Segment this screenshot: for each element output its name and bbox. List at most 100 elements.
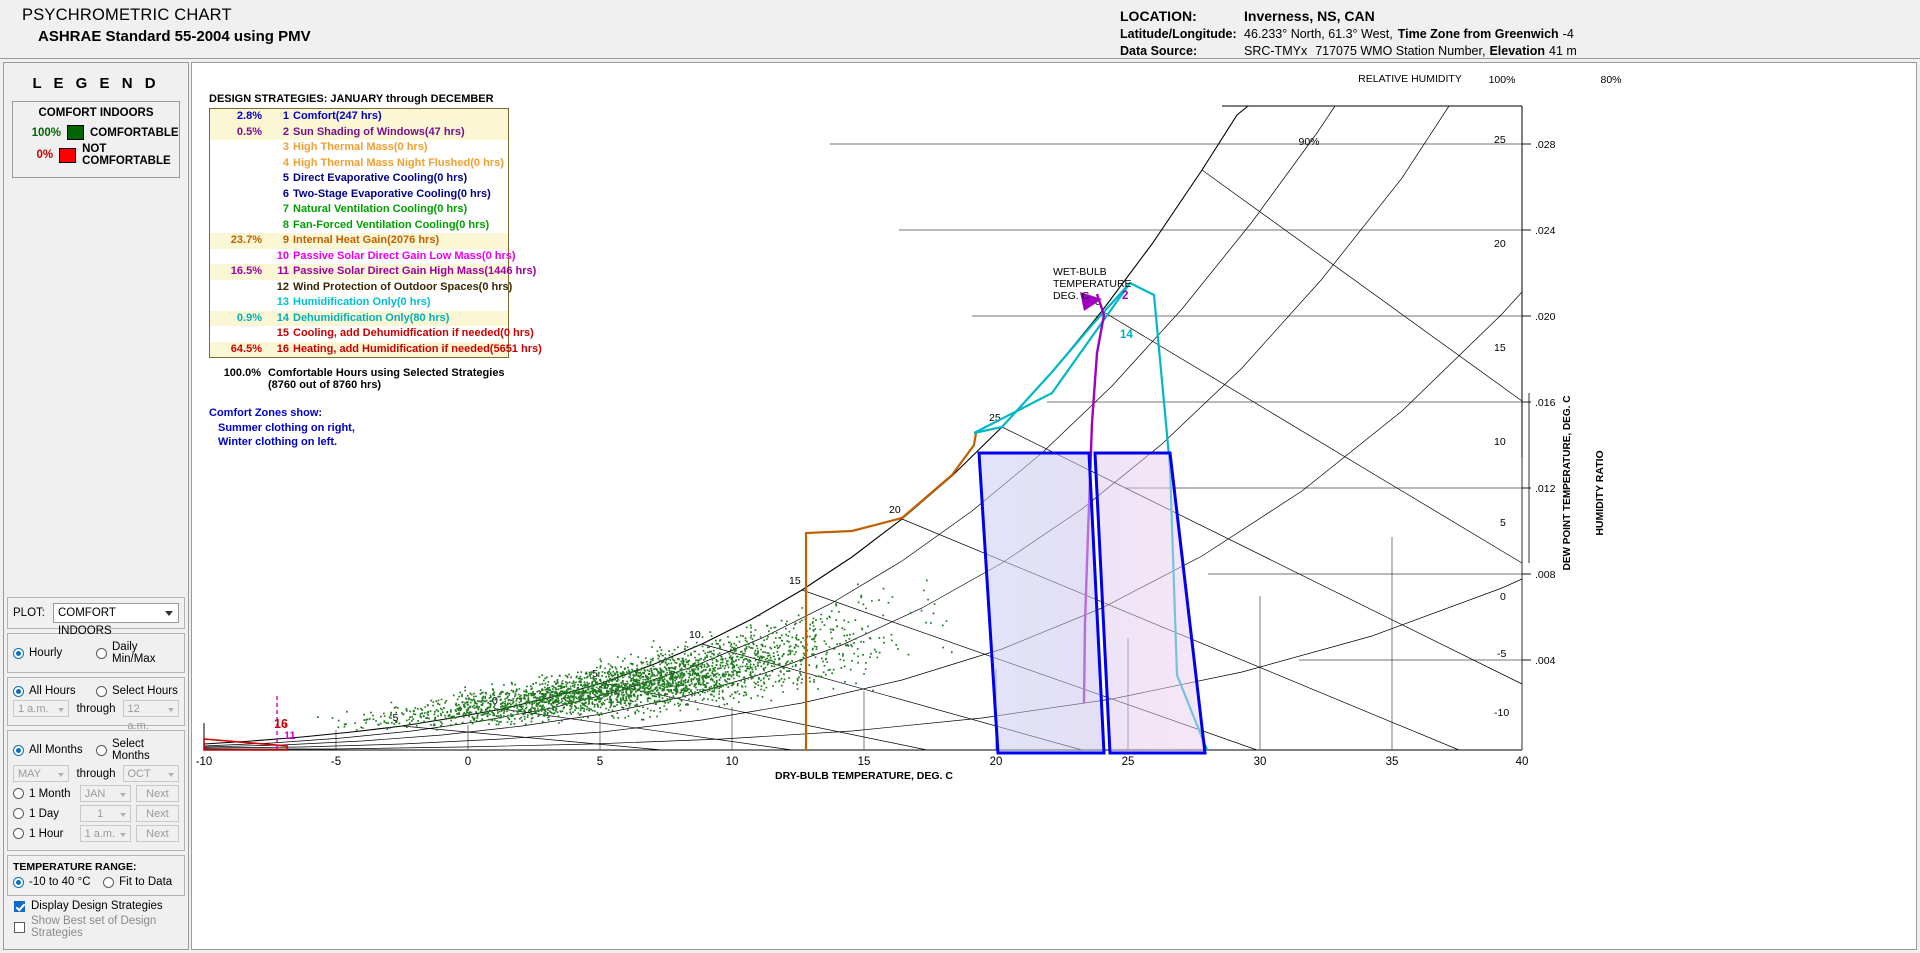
xaxis-tick-labels: -10 -5 0 5 10 15 20 25 30 35 40 <box>196 756 1529 768</box>
design-strategy-number: 12 <box>269 280 293 296</box>
radio-hourly[interactable]: Hourly <box>13 647 96 659</box>
design-strategy-row[interactable]: 6Two-Stage Evaporative Cooling(0 hrs) <box>210 187 508 203</box>
design-strategy-row[interactable]: 13Humidification Only(0 hrs) <box>210 295 508 311</box>
zone-internal-heat-gain[interactable] <box>806 433 976 750</box>
radio-one-hour-icon[interactable] <box>13 828 24 839</box>
one-hour-next-button[interactable]: Next <box>136 825 179 842</box>
radio-one-month[interactable]: 1 Month <box>13 788 80 800</box>
hour-to-select[interactable]: 12 a.m. <box>123 700 179 717</box>
design-strategy-number: 7 <box>269 202 293 218</box>
one-month-next-button[interactable]: Next <box>136 785 179 802</box>
design-strategy-label: Comfort(247 hrs) <box>293 109 382 125</box>
hour-from-select[interactable]: 1 a.m. <box>13 700 69 717</box>
svg-text:.020: .020 <box>1535 311 1556 323</box>
svg-text:.008: .008 <box>1535 569 1556 581</box>
radio-temp-fit-icon[interactable] <box>103 877 114 888</box>
radio-select-months-icon[interactable] <box>96 745 107 756</box>
radio-hourly-icon[interactable] <box>13 648 24 659</box>
svg-text:15: 15 <box>858 756 871 768</box>
radio-all-months[interactable]: All Months <box>13 744 96 756</box>
plot-select[interactable]: COMFORT INDOORS <box>53 603 179 623</box>
one-day-select[interactable]: 1 <box>80 805 131 822</box>
design-strategy-label: Dehumidification Only(80 hrs) <box>293 311 449 327</box>
design-strategy-row[interactable]: 12Wind Protection of Outdoor Spaces(0 hr… <box>210 280 508 296</box>
radio-temp-fixed-icon[interactable] <box>13 877 24 888</box>
svg-text:0: 0 <box>1500 591 1506 603</box>
svg-text:5: 5 <box>597 756 603 768</box>
svg-text:10: 10 <box>689 629 701 641</box>
radio-daily-minmax-icon[interactable] <box>96 648 107 659</box>
design-strategy-row[interactable]: 64.5%16Heating, add Humidification if ne… <box>210 342 508 358</box>
header-location-info: LOCATION: Inverness, NS, CAN Latitude/Lo… <box>1120 8 1577 61</box>
design-strategies-list[interactable]: 2.8%1Comfort(247 hrs)0.5%2Sun Shading of… <box>209 108 509 358</box>
design-strategy-row[interactable]: 2.8%1Comfort(247 hrs) <box>210 109 508 125</box>
checkbox-display-strategies-icon[interactable] <box>14 901 25 912</box>
radio-select-months[interactable]: Select Months <box>96 738 179 762</box>
design-strategy-row[interactable]: 15Cooling, add Dehumidfication if needed… <box>210 326 508 342</box>
design-strategy-label: Humidification Only(0 hrs) <box>293 295 431 311</box>
checkbox-group: Display Design Strategies Show Best set … <box>7 900 185 947</box>
radio-select-hours-icon[interactable] <box>96 686 107 697</box>
design-strategy-label: Direct Evaporative Cooling(0 hrs) <box>293 171 467 187</box>
svg-text:.004: .004 <box>1535 655 1556 667</box>
design-strategy-number: 8 <box>269 218 293 234</box>
checkbox-display-strategies[interactable]: Display Design Strategies <box>14 900 178 912</box>
radio-temp-fit[interactable]: Fit to Data <box>103 876 179 888</box>
checkbox-show-best[interactable]: Show Best set of Design Strategies <box>14 915 178 939</box>
radio-temp-fixed[interactable]: -10 to 40 °C <box>13 876 103 888</box>
design-strategy-row[interactable]: 0.9%14Dehumidification Only(80 hrs) <box>210 311 508 327</box>
comfort-zone-note: Comfort Zones show: Summer clothing on r… <box>209 407 509 448</box>
design-strategy-row[interactable]: 4High Thermal Mass Night Flushed(0 hrs) <box>210 156 508 172</box>
design-strategy-label: High Thermal Mass Night Flushed(0 hrs) <box>293 156 504 172</box>
zone-comfort-summer[interactable] <box>1095 453 1205 753</box>
zone-label-14: 14 <box>1120 329 1133 341</box>
relative-humidity-axis-label: RELATIVE HUMIDITY <box>1358 73 1462 85</box>
radio-one-day[interactable]: 1 Day <box>13 808 80 820</box>
radio-all-months-icon[interactable] <box>13 745 24 756</box>
control-panel: PLOT: COMFORT INDOORS Hourly Daily Min/M… <box>4 597 188 949</box>
radio-select-hours[interactable]: Select Hours <box>96 685 179 697</box>
radio-all-hours[interactable]: All Hours <box>13 685 96 697</box>
radio-one-month-icon[interactable] <box>13 788 24 799</box>
svg-text:15: 15 <box>789 575 801 587</box>
location-value: Inverness, NS, CAN <box>1244 8 1375 24</box>
radio-one-day-icon[interactable] <box>13 808 24 819</box>
design-strategy-row[interactable]: 16.5%11Passive Solar Direct Gain High Ma… <box>210 264 508 280</box>
comfort-note-line3: Winter clothing on left. <box>218 436 509 448</box>
dewpoint-tick-labels: -10 -5 0 5 10 15 20 25 <box>1494 134 1509 719</box>
design-strategy-row[interactable]: 10Passive Solar Direct Gain Low Mass(0 h… <box>210 249 508 265</box>
not-comfortable-swatch-icon <box>59 148 76 163</box>
radio-one-month-label: 1 Month <box>29 788 71 800</box>
one-day-next-button[interactable]: Next <box>136 805 179 822</box>
design-strategy-label: Heating, add Humidification if needed(56… <box>293 342 542 358</box>
zone-label-2: 2 <box>1122 290 1128 302</box>
svg-text:-10: -10 <box>1494 707 1509 719</box>
design-strategy-row[interactable]: 0.5%2Sun Shading of Windows(47 hrs) <box>210 125 508 141</box>
zone-comfort-winter[interactable] <box>979 453 1104 753</box>
radio-all-hours-icon[interactable] <box>13 686 24 697</box>
design-strategy-row[interactable]: 8Fan-Forced Ventilation Cooling(0 hrs) <box>210 218 508 234</box>
radio-one-hour[interactable]: 1 Hour <box>13 828 80 840</box>
rh-tick-80: 80% <box>1600 74 1621 86</box>
timezone-value: -4 <box>1563 27 1574 41</box>
design-strategy-row[interactable]: 3High Thermal Mass(0 hrs) <box>210 140 508 156</box>
design-strategy-number: 4 <box>269 156 293 172</box>
one-hour-select[interactable]: 1 a.m. <box>80 825 131 842</box>
summary-text: Comfortable Hours using Selected Strateg… <box>268 367 505 379</box>
radio-daily-minmax[interactable]: Daily Min/Max <box>96 641 179 665</box>
design-strategy-percent: 64.5% <box>210 342 269 358</box>
plot-label: PLOT: <box>13 607 45 619</box>
one-month-select[interactable]: JAN <box>80 785 131 802</box>
wetbulb-annot-line3: DEG. C <box>1053 290 1090 302</box>
design-strategy-row[interactable]: 7Natural Ventilation Cooling(0 hrs) <box>210 202 508 218</box>
radio-hourly-label: Hourly <box>29 647 62 659</box>
checkbox-show-best-icon[interactable] <box>14 922 25 933</box>
month-to-select[interactable]: OCT <box>123 765 179 782</box>
design-strategy-label: High Thermal Mass(0 hrs) <box>293 140 427 156</box>
month-from-select[interactable]: MAY <box>13 765 69 782</box>
design-strategy-label: Internal Heat Gain(2076 hrs) <box>293 233 439 249</box>
radio-all-hours-label: All Hours <box>29 685 76 697</box>
design-strategy-row[interactable]: 23.7%9Internal Heat Gain(2076 hrs) <box>210 233 508 249</box>
design-strategy-number: 15 <box>269 326 293 342</box>
design-strategy-row[interactable]: 5Direct Evaporative Cooling(0 hrs) <box>210 171 508 187</box>
